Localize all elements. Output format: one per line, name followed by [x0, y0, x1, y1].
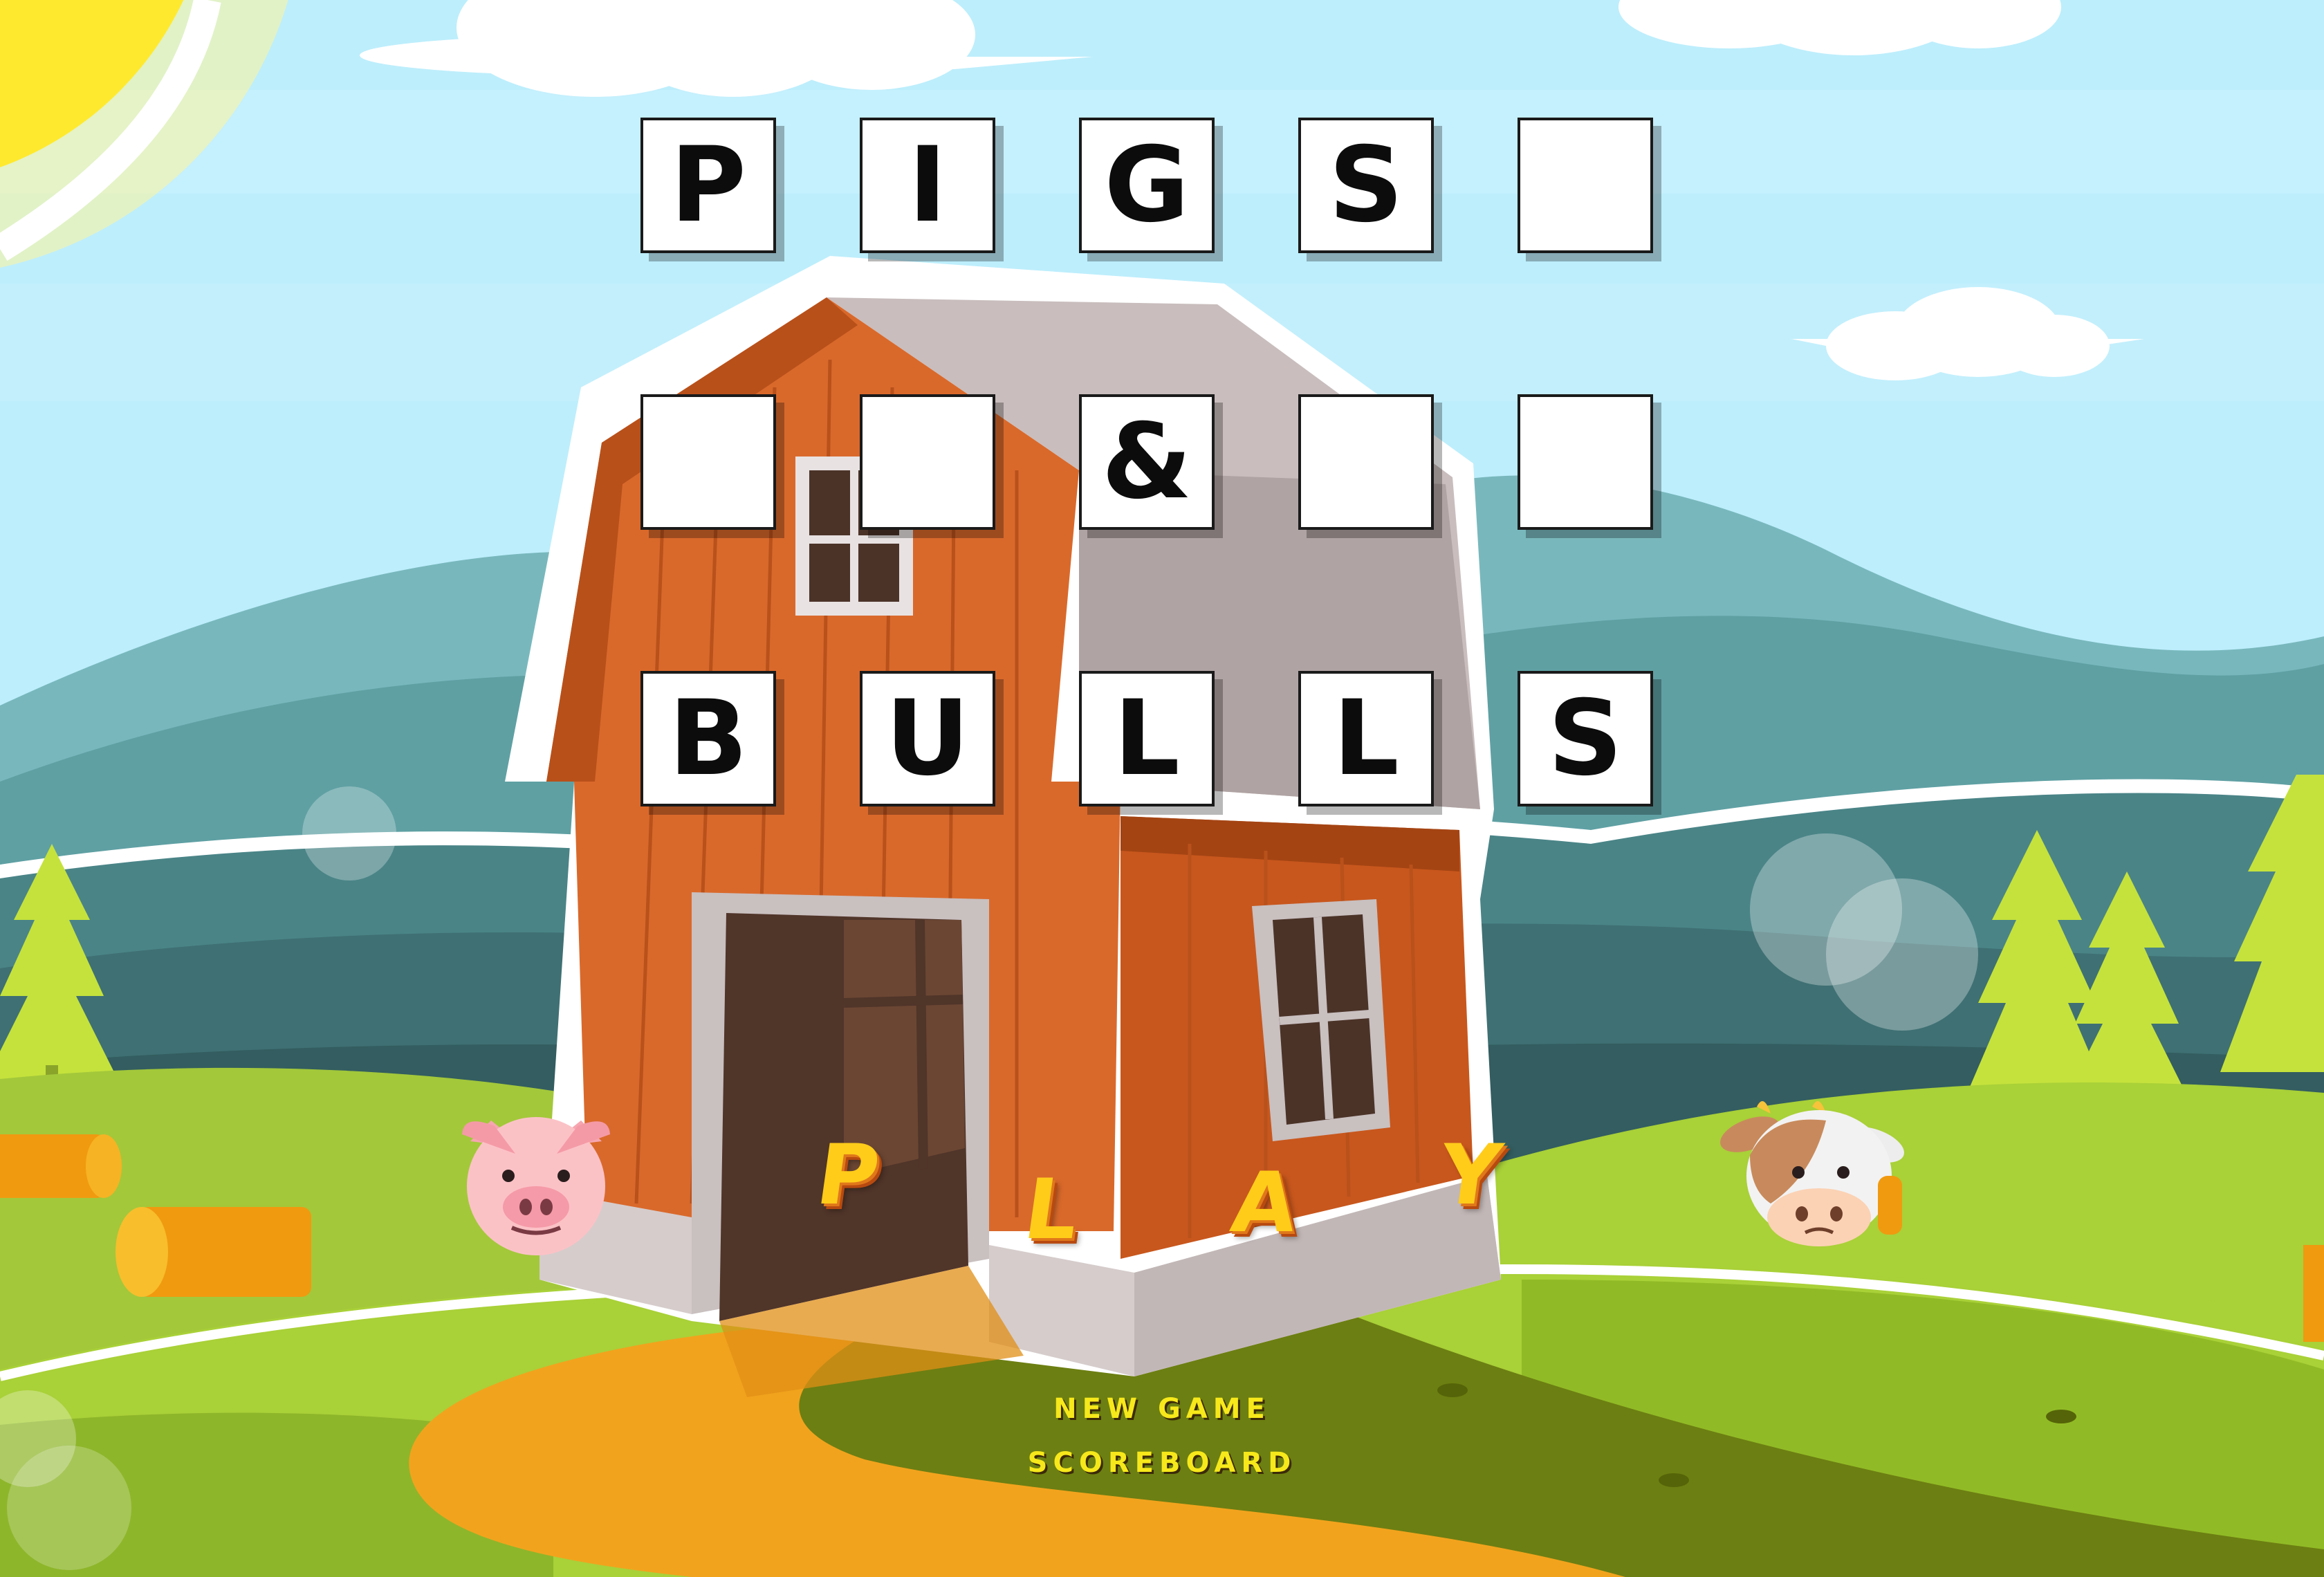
title-tile: B — [640, 671, 776, 806]
title-tile — [1298, 394, 1434, 530]
scoreboard-button[interactable]: SCOREBOARD — [0, 1447, 2324, 1479]
new-game-button[interactable]: NEW GAME — [0, 1393, 2324, 1425]
title-tile: I — [860, 118, 995, 253]
title-tile: G — [1079, 118, 1215, 253]
title-tile: S — [1298, 118, 1434, 253]
title-tile — [1518, 394, 1653, 530]
title-tile: L — [1079, 671, 1215, 806]
title-tile: P — [640, 118, 776, 253]
title-tile: S — [1518, 671, 1653, 806]
play-letter[interactable]: P — [811, 1127, 885, 1224]
title-tile — [860, 394, 995, 530]
title-tile — [1518, 118, 1653, 253]
title-tile: & — [1079, 394, 1215, 530]
play-letter[interactable]: Y — [1433, 1127, 1506, 1224]
title-tile: U — [860, 671, 995, 806]
title-tile: L — [1298, 671, 1434, 806]
play-letter[interactable]: A — [1226, 1155, 1303, 1251]
title-tile — [640, 394, 776, 530]
